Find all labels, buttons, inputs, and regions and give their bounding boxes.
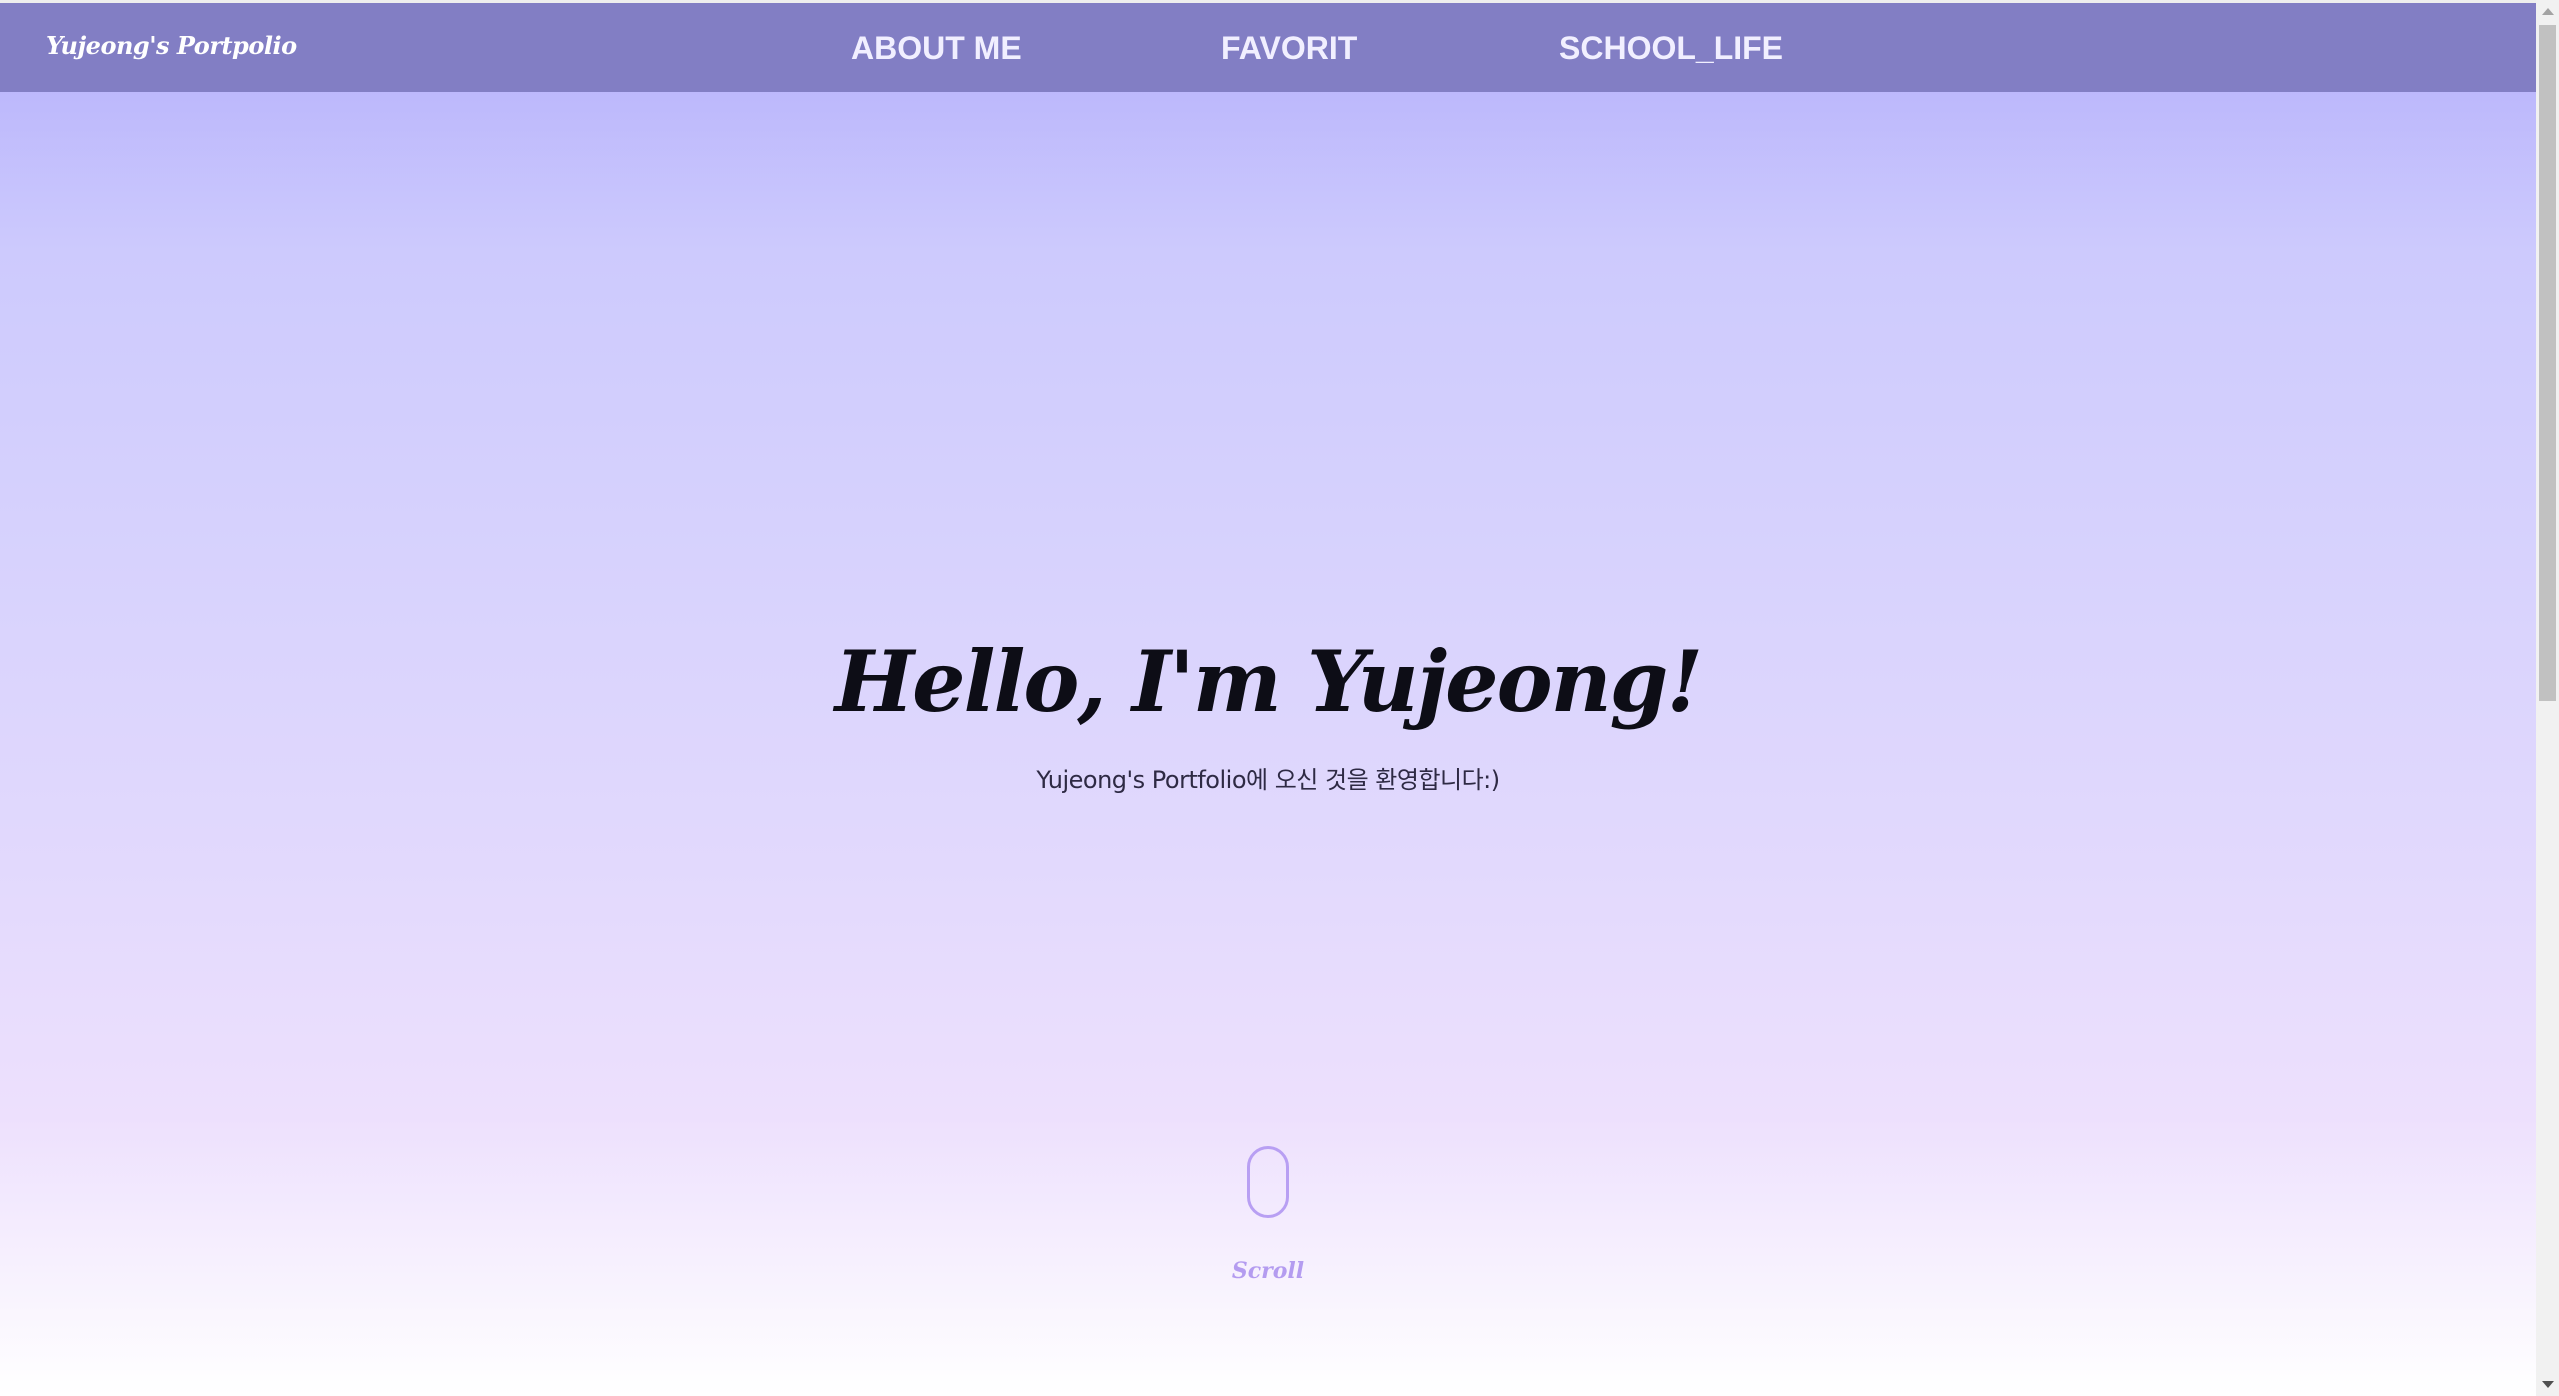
scroll-down-arrow-icon[interactable] — [2542, 1381, 2554, 1388]
nav-school-life[interactable]: SCHOOL_LIFE — [1559, 30, 1783, 67]
scrollbar[interactable] — [2536, 0, 2559, 1396]
hero-subtitle: Yujeong's Portfolio에 오신 것을 환영합니다:) — [1036, 766, 1500, 794]
mouse-icon[interactable] — [1247, 1146, 1289, 1218]
scroll-label[interactable]: Scroll — [0, 1258, 2536, 1284]
scrollbar-thumb[interactable] — [2539, 25, 2556, 701]
nav-favorit[interactable]: FAVORIT — [1221, 30, 1357, 67]
site-logo[interactable]: Yujeong's Portpolio — [46, 31, 297, 60]
hero-title: Hello, I'm Yujeong! — [834, 632, 1704, 731]
navbar: Yujeong's Portpolio ABOUT ME FAVORIT SCH… — [0, 3, 2536, 92]
scroll-up-arrow-icon[interactable] — [2542, 8, 2554, 15]
nav-about-me[interactable]: ABOUT ME — [851, 30, 1022, 67]
page-background: Yujeong's Portpolio ABOUT ME FAVORIT SCH… — [0, 0, 2536, 1396]
